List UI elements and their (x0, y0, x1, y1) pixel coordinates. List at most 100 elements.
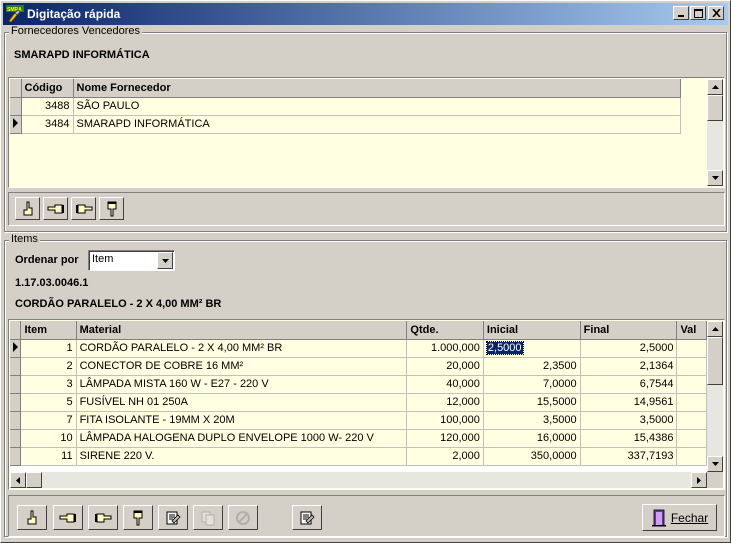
window-title: Digitação rápida (27, 7, 121, 21)
selected-supplier-name: SMARAPD INFORMÁTICA (14, 49, 150, 61)
item-final[interactable]: 337,7193 (580, 447, 678, 466)
table-row[interactable]: 11 SIRENE 220 V. 2,000 350,0000 337,7193 (10, 447, 707, 466)
item-material[interactable]: LÂMPADA HALOGENA DUPLO ENVELOPE 1000 W- … (76, 429, 408, 448)
item-qtde[interactable]: 120,000 (406, 429, 484, 448)
col-header-inicial[interactable]: Inicial (483, 321, 581, 340)
arrow-up-icon (711, 327, 719, 331)
item-qtde[interactable]: 2,000 (406, 447, 484, 466)
scroll-up-button[interactable] (707, 321, 723, 337)
item-material[interactable]: FITA ISOLANTE - 19MM X 20M (76, 411, 408, 430)
supplier-prior-button[interactable] (43, 197, 68, 220)
item-qtde[interactable]: 100,000 (406, 411, 484, 430)
cancel-button[interactable] (228, 505, 258, 530)
supplier-code[interactable]: 3488 (21, 97, 74, 116)
close-window-button[interactable] (708, 6, 724, 20)
scroll-right-button[interactable] (691, 472, 707, 488)
scroll-thumb[interactable] (707, 95, 723, 121)
item-final[interactable]: 2,1364 (580, 357, 678, 376)
report-button[interactable] (292, 505, 322, 530)
item-inicial[interactable]: 7,0000 (483, 375, 581, 394)
items-vertical-scrollbar[interactable] (707, 321, 723, 472)
col-header-nome-fornecedor[interactable]: Nome Fornecedor (73, 79, 681, 98)
item-last-button[interactable] (123, 505, 153, 530)
supplier-last-button[interactable] (99, 197, 124, 220)
minimize-button[interactable] (673, 6, 689, 20)
item-material[interactable]: CORDÃO PARALELO - 2 X 4,00 MM² BR (76, 339, 408, 358)
item-inicial[interactable]: 350,0000 (483, 447, 581, 466)
table-row[interactable]: 3488 SÃO PAULO (10, 97, 681, 116)
item-number[interactable]: 1 (20, 339, 77, 358)
item-qtde[interactable]: 20,000 (406, 357, 484, 376)
scroll-thumb[interactable] (707, 337, 723, 385)
item-final[interactable]: 3,5000 (580, 411, 678, 430)
col-header-val[interactable]: Val (676, 321, 707, 340)
item-final[interactable]: 14,9561 (580, 393, 678, 412)
scroll-thumb[interactable] (26, 472, 42, 488)
items-horizontal-scrollbar[interactable] (10, 472, 707, 488)
item-first-button[interactable] (17, 505, 47, 530)
table-row[interactable]: 2 CONECTOR DE COBRE 16 MM² 20,000 2,3500… (10, 357, 707, 376)
scroll-up-button[interactable] (707, 79, 723, 95)
item-qtde[interactable]: 40,000 (406, 375, 484, 394)
col-header-qtde[interactable]: Qtde. (406, 321, 484, 340)
suppliers-vertical-scrollbar[interactable] (707, 79, 723, 186)
close-button[interactable]: Fechar (642, 504, 717, 531)
arrow-right-icon (697, 476, 701, 484)
item-number[interactable]: 11 (20, 447, 77, 466)
item-final[interactable]: 15,4386 (580, 429, 678, 448)
supplier-name[interactable]: SÃO PAULO (73, 97, 681, 116)
suppliers-grid[interactable]: Código Nome Fornecedor 3488 SÃO PAULO 34… (8, 77, 725, 188)
item-inicial[interactable]: 3,5000 (483, 411, 581, 430)
item-prior-button[interactable] (53, 505, 83, 530)
item-material[interactable]: SIRENE 220 V. (76, 447, 408, 466)
item-number[interactable]: 10 (20, 429, 77, 448)
edit-button[interactable] (158, 505, 188, 530)
col-header-final[interactable]: Final (580, 321, 678, 340)
copy-button[interactable] (193, 505, 223, 530)
table-row[interactable]: 1 CORDÃO PARALELO - 2 X 4,00 MM² BR 1.00… (10, 339, 707, 358)
order-by-value: Item (92, 253, 114, 265)
supplier-name[interactable]: SMARAPD INFORMÁTICA (73, 115, 681, 134)
item-material[interactable]: FUSÍVEL NH 01 250A (76, 393, 408, 412)
scroll-down-button[interactable] (707, 170, 723, 186)
item-material[interactable]: CONECTOR DE COBRE 16 MM² (76, 357, 408, 376)
table-row[interactable]: 5 FUSÍVEL NH 01 250A 12,000 15,5000 14,9… (10, 393, 707, 412)
arrow-left-icon (16, 476, 20, 484)
item-number[interactable]: 5 (20, 393, 77, 412)
app-icon: SMRA (6, 5, 24, 23)
item-inicial[interactable]: 15,5000 (483, 393, 581, 412)
item-inicial[interactable]: 2,3500 (483, 357, 581, 376)
item-inicial[interactable]: 16,0000 (483, 429, 581, 448)
dropdown-button[interactable] (157, 252, 173, 269)
item-number[interactable]: 3 (20, 375, 77, 394)
hand-left-icon (47, 204, 64, 213)
main-window: SMRA Digitação rápida Fornecedores Vence… (0, 0, 731, 543)
title-bar[interactable]: SMRA Digitação rápida (3, 3, 728, 25)
item-number[interactable]: 2 (20, 357, 77, 376)
item-next-button[interactable] (88, 505, 118, 530)
item-inicial-editing[interactable]: 2,5000 (483, 339, 581, 358)
supplier-first-button[interactable] (15, 197, 40, 220)
supplier-next-button[interactable] (71, 197, 96, 220)
maximize-button[interactable] (690, 6, 706, 20)
scroll-down-button[interactable] (707, 456, 723, 472)
table-row[interactable]: 3484 SMARAPD INFORMÁTICA (10, 115, 681, 134)
table-row[interactable]: 3 LÂMPADA MISTA 160 W - E27 - 220 V 40,0… (10, 375, 707, 394)
scroll-left-button[interactable] (10, 472, 26, 488)
items-grid[interactable]: Item Material Qtde. Inicial Final Val 1 (8, 319, 725, 490)
col-header-material[interactable]: Material (76, 321, 408, 340)
item-material[interactable]: LÂMPADA MISTA 160 W - E27 - 220 V (76, 375, 408, 394)
item-qtde[interactable]: 12,000 (406, 393, 484, 412)
item-final[interactable]: 2,5000 (580, 339, 678, 358)
col-header-item[interactable]: Item (20, 321, 77, 340)
supplier-code[interactable]: 3484 (21, 115, 74, 134)
table-row[interactable]: 10 LÂMPADA HALOGENA DUPLO ENVELOPE 1000 … (10, 429, 707, 448)
item-qtde[interactable]: 1.000,000 (406, 339, 484, 358)
item-final[interactable]: 6,7544 (580, 375, 678, 394)
item-number[interactable]: 7 (20, 411, 77, 430)
item-inicial-value[interactable]: 2,5000 (485, 341, 524, 355)
order-by-select[interactable]: Item (88, 250, 175, 271)
table-row[interactable]: 7 FITA ISOLANTE - 19MM X 20M 100,000 3,5… (10, 411, 707, 430)
col-header-codigo[interactable]: Código (21, 79, 74, 98)
row-indicator (10, 115, 22, 134)
